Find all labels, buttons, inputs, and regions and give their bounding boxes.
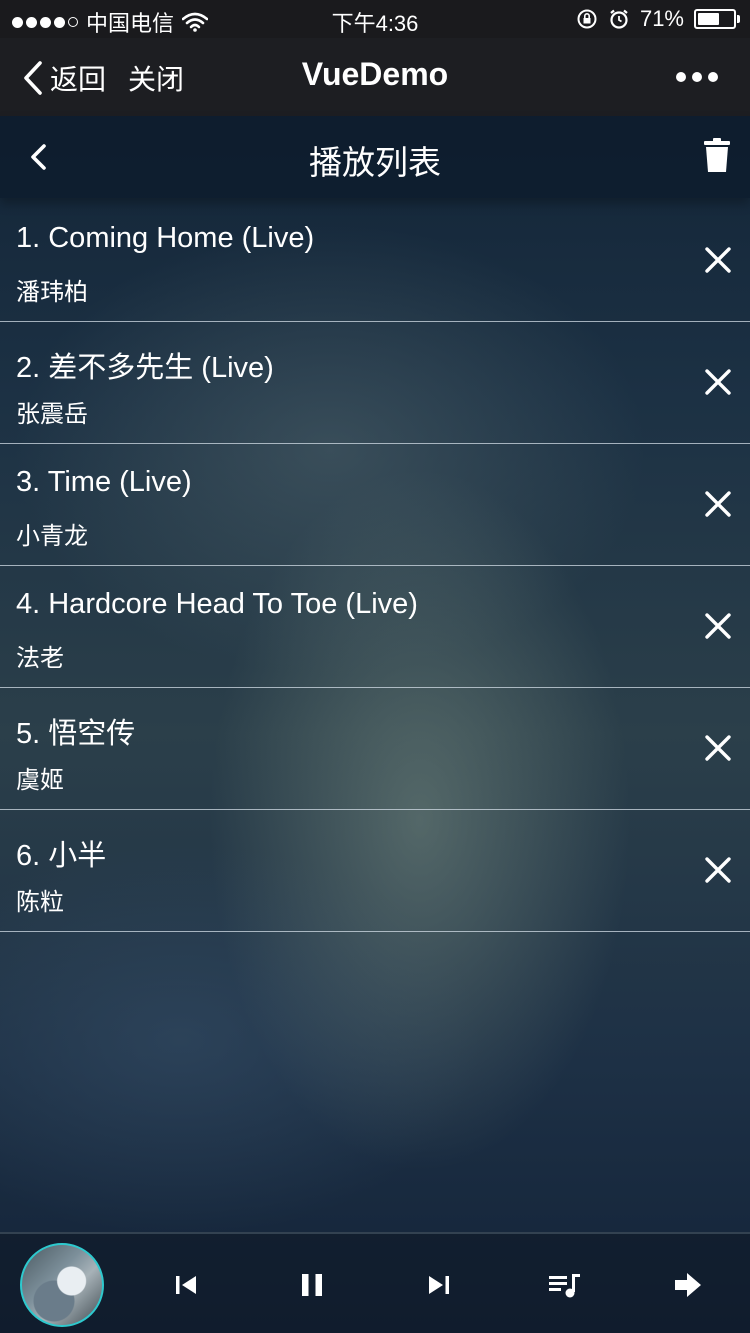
alarm-icon — [610, 9, 628, 29]
prev-icon[interactable] — [172, 1270, 202, 1300]
status-bar: 中国电信 下午4:36 71% — [0, 0, 750, 38]
trash-icon[interactable] — [704, 138, 730, 172]
forward-arrow-icon[interactable] — [673, 1270, 703, 1300]
pause-icon[interactable] — [297, 1270, 327, 1300]
song-artist: 法老 — [16, 645, 64, 672]
song-title: 4. Hardcore Head To Toe (Live) — [16, 588, 418, 620]
album-cover[interactable] — [20, 1243, 104, 1327]
list-item[interactable]: 2. 差不多先生 (Live) 张震岳 — [0, 322, 750, 444]
song-title: 5. 悟空传 — [16, 718, 136, 750]
song-title: 6. 小半 — [16, 840, 107, 872]
page-header: 播放列表 — [0, 116, 750, 198]
playlist-icon[interactable] — [548, 1270, 582, 1300]
list-item[interactable]: 3. Time (Live) 小青龙 — [0, 444, 750, 566]
song-artist: 小青龙 — [16, 523, 88, 550]
song-title: 2. 差不多先生 (Live) — [16, 352, 274, 384]
song-title: 3. Time (Live) — [16, 466, 192, 498]
close-icon[interactable] — [704, 612, 732, 640]
wechat-title: VueDemo — [301, 56, 449, 92]
list-item[interactable]: 5. 悟空传虞姬 — [0, 688, 750, 810]
song-artist: 潘玮柏 — [16, 279, 88, 306]
battery-percent: 71% — [639, 6, 684, 31]
song-artist: 张震岳 — [16, 401, 88, 428]
status-right: 71% — [576, 6, 740, 32]
wechat-nav-bar: 返回 关闭 VueDemo — [0, 38, 750, 116]
list-item[interactable]: 4. Hardcore Head To Toe (Live) 法老 — [0, 566, 750, 688]
list-item[interactable]: 6. 小半陈粒 — [0, 810, 750, 932]
close-icon[interactable] — [704, 734, 732, 762]
close-icon[interactable] — [704, 856, 732, 884]
player-bar — [0, 1232, 750, 1333]
page-title: 播放列表 — [309, 144, 441, 181]
song-artist: 陈粒 — [16, 889, 64, 916]
song-artist: 虞姬 — [16, 767, 64, 794]
more-options-icon[interactable] — [676, 72, 718, 82]
playlist: 1. Coming Home (Live) 潘玮柏 2. 差不多先生 (Live) 张… — [0, 200, 750, 932]
battery-icon — [694, 9, 740, 29]
close-icon[interactable] — [704, 490, 732, 518]
rotation-lock-icon — [577, 9, 597, 29]
close-icon[interactable] — [704, 368, 732, 396]
song-title: 1. Coming Home (Live) — [16, 222, 315, 254]
close-icon[interactable] — [704, 246, 732, 274]
list-item[interactable]: 1. Coming Home (Live) 潘玮柏 — [0, 200, 750, 322]
next-icon[interactable] — [423, 1270, 453, 1300]
